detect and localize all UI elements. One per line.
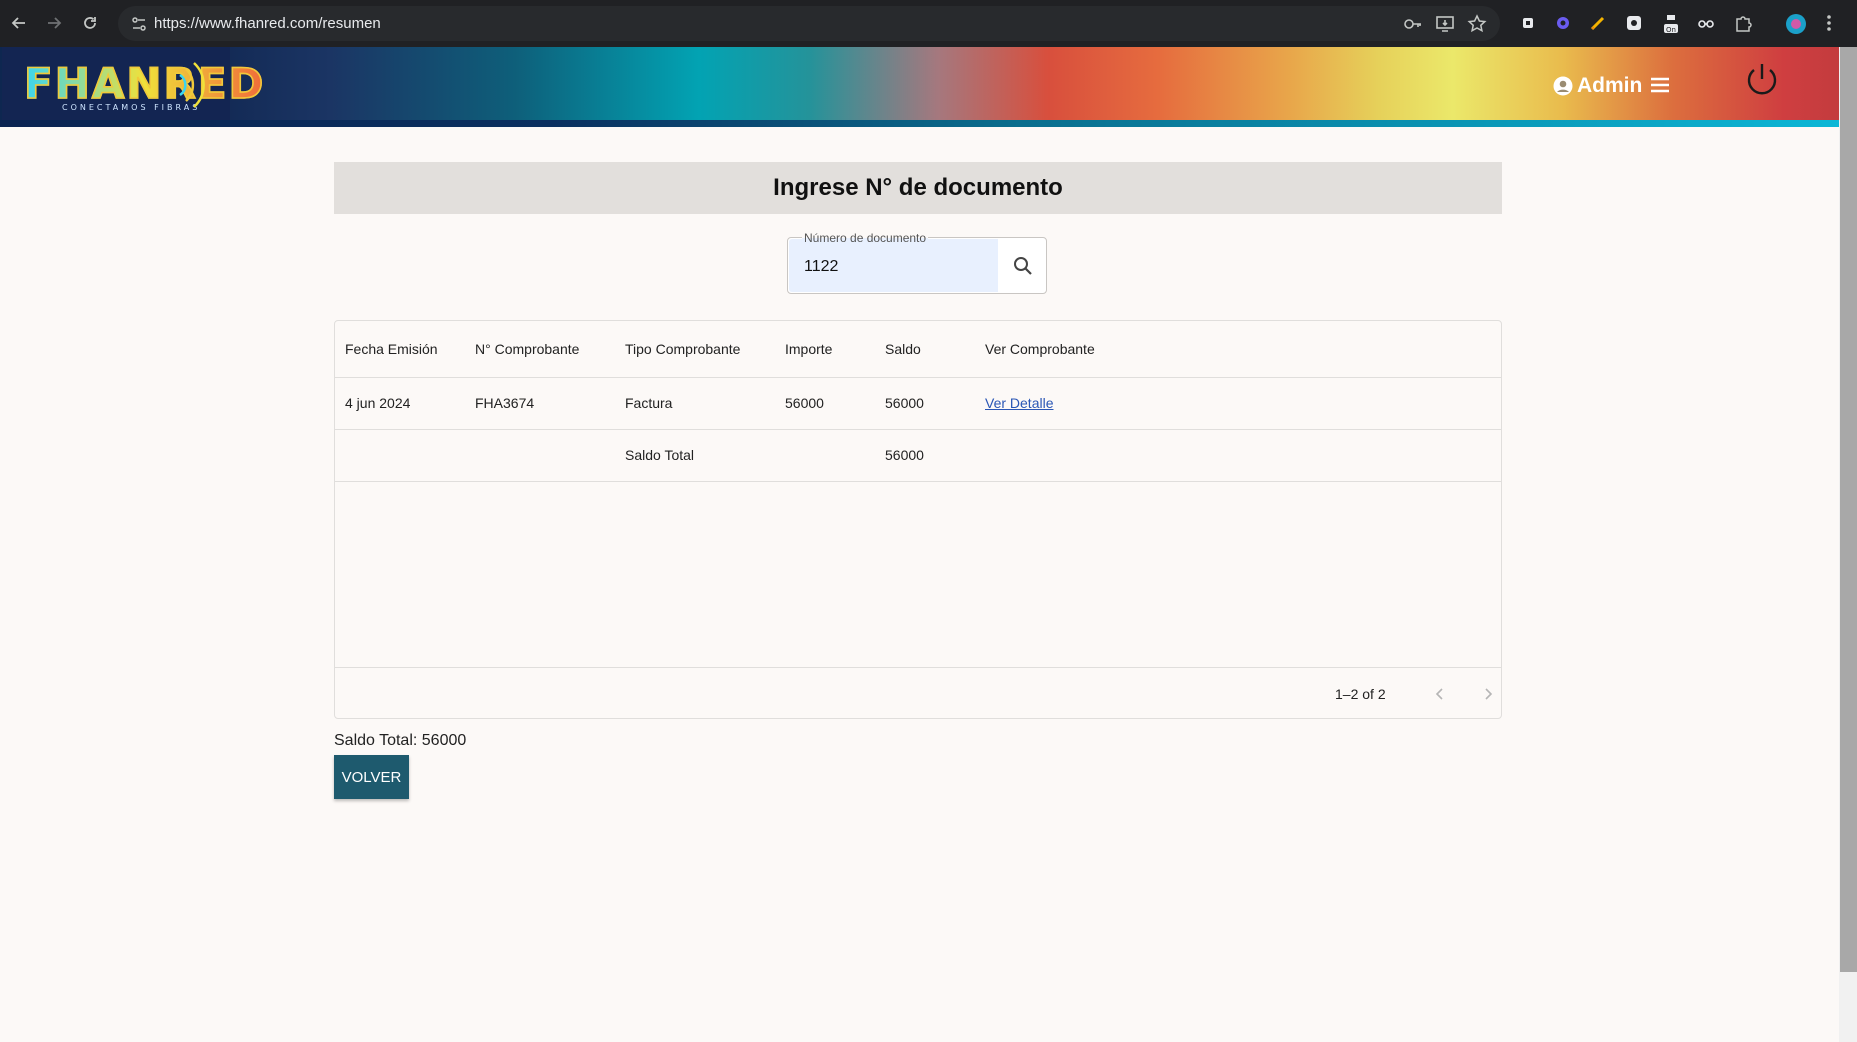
cell-saldo: 56000 <box>885 395 924 411</box>
header-stripe <box>0 120 1839 127</box>
table-pagination: 1–2 of 2 <box>335 667 1501 720</box>
volver-button[interactable]: VOLVER <box>334 755 409 799</box>
ver-detalle-link-text[interactable]: Ver Detalle <box>985 395 1053 411</box>
extension-shield-icon[interactable] <box>1624 13 1644 33</box>
bookmark-star-icon[interactable] <box>1467 14 1487 34</box>
cell-comprobante: FHA3674 <box>475 395 535 411</box>
comprobantes-table: Fecha Emisión N° Comprobante Tipo Compro… <box>334 320 1502 719</box>
table-header-row: Fecha Emisión N° Comprobante Tipo Compro… <box>335 321 1501 378</box>
cell-importe: 56000 <box>785 395 824 411</box>
hamburger-menu-icon[interactable] <box>1648 73 1672 97</box>
search-label: Número de documento <box>802 231 929 245</box>
back-arrow-icon[interactable] <box>8 12 30 34</box>
user-menu[interactable]: Admin <box>1553 71 1642 101</box>
ver-detalle-link[interactable]: Ver Detalle <box>985 377 1053 429</box>
saldo-total-summary: Saldo Total: 56000 <box>334 732 467 749</box>
total-label: Saldo Total <box>625 447 695 463</box>
page-title-band: Ingrese N° de documento <box>334 162 1502 214</box>
total-row: Saldo Total 56000 <box>335 429 1501 482</box>
extension-puzzle-icon[interactable] <box>1518 13 1538 33</box>
column-header[interactable]: Ver Comprobante <box>985 321 1095 377</box>
pagination-text: 1–2 of 2 <box>1335 686 1386 702</box>
extension-glasses-icon[interactable] <box>1696 13 1716 33</box>
address-bar[interactable]: https://www.fhanred.com/resumen <box>118 6 1500 41</box>
next-page-button[interactable] <box>1476 682 1500 706</box>
column-header[interactable]: Tipo Comprobante <box>625 321 740 377</box>
password-key-icon[interactable] <box>1403 14 1423 34</box>
scrollbar-thumb[interactable] <box>1840 47 1857 972</box>
forward-arrow-icon[interactable] <box>43 12 65 34</box>
user-circle-icon <box>1553 76 1573 96</box>
column-header[interactable]: N° Comprobante <box>475 321 579 377</box>
url-text[interactable]: https://www.fhanred.com/resumen <box>154 15 381 32</box>
svg-text:On: On <box>1666 26 1676 34</box>
app-header: FHANRED CONECTAMOS FIBRAS Admin <box>0 47 1839 127</box>
column-header[interactable]: Importe <box>785 321 832 377</box>
logo-text: FHANRED <box>23 58 266 109</box>
table-row: 4 jun 2024 FHA3674 Factura 56000 56000 V… <box>335 377 1501 430</box>
column-header[interactable]: Saldo <box>885 321 921 377</box>
power-icon[interactable] <box>1743 61 1781 99</box>
total-saldo: 56000 <box>885 447 924 463</box>
signal-waves-icon <box>179 62 205 108</box>
extensions-icon[interactable] <box>1733 13 1753 33</box>
document-number-input[interactable] <box>802 257 986 277</box>
profile-avatar-icon[interactable] <box>1785 13 1806 34</box>
page-title: Ingrese N° de documento <box>773 174 1063 201</box>
cell-fecha: 4 jun 2024 <box>345 395 411 411</box>
more-menu-icon[interactable] <box>1825 13 1845 33</box>
reload-icon[interactable] <box>79 12 101 34</box>
extension-gear-icon[interactable] <box>1553 13 1573 33</box>
document-search: Número de documento <box>787 231 1047 294</box>
chevron-right-icon <box>1485 688 1493 700</box>
column-header[interactable]: Fecha Emisión <box>345 321 438 377</box>
logo[interactable]: FHANRED CONECTAMOS FIBRAS <box>2 47 264 120</box>
extension-pen-icon[interactable] <box>1588 13 1608 33</box>
chevron-left-icon <box>1435 688 1443 700</box>
browser-toolbar: https://www.fhanred.com/resumen On <box>0 0 1857 47</box>
user-label: Admin <box>1577 74 1643 97</box>
prev-page-button[interactable] <box>1428 682 1452 706</box>
install-app-icon[interactable] <box>1435 14 1455 34</box>
cell-tipo: Factura <box>625 395 673 411</box>
search-button[interactable] <box>999 238 1046 293</box>
site-info-icon[interactable] <box>130 15 148 33</box>
extension-on-icon[interactable]: On <box>1661 13 1681 34</box>
search-icon <box>1013 256 1032 275</box>
search-field[interactable] <box>789 239 998 292</box>
